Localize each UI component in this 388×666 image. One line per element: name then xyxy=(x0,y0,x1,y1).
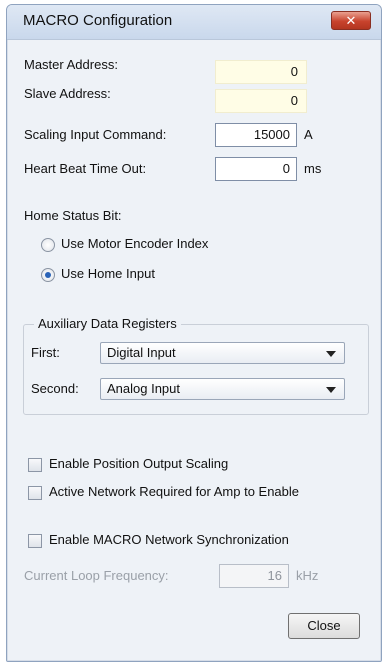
window-title: MACRO Configuration xyxy=(23,12,173,29)
auxiliary-data-registers-group xyxy=(23,324,369,415)
enable-macro-network-sync-label[interactable]: Enable MACRO Network Synchronization xyxy=(49,532,289,547)
close-x-icon: ✕ xyxy=(345,13,357,28)
current-loop-frequency-unit: kHz xyxy=(296,568,319,583)
macro-configuration-dialog: MACRO Configuration ✕ Master Address: 0 … xyxy=(6,4,382,662)
first-register-label: First: xyxy=(31,345,60,360)
heartbeat-timeout-label: Heart Beat Time Out: xyxy=(24,161,147,176)
active-network-required-label[interactable]: Active Network Required for Amp to Enabl… xyxy=(49,484,299,499)
current-loop-frequency-label: Current Loop Frequency: xyxy=(24,568,169,583)
heartbeat-timeout-unit: ms xyxy=(304,161,322,176)
chevron-down-icon xyxy=(326,351,336,357)
chevron-down-icon xyxy=(326,387,336,393)
auxiliary-data-registers-title: Auxiliary Data Registers xyxy=(34,316,181,331)
slave-address-label: Slave Address: xyxy=(24,86,111,101)
second-register-label: Second: xyxy=(31,381,79,396)
active-network-required-checkbox[interactable] xyxy=(28,486,42,500)
slave-address-field: 0 xyxy=(215,89,307,113)
title-bar: MACRO Configuration ✕ xyxy=(7,5,381,40)
scaling-input-command-field[interactable]: 15000 xyxy=(215,123,297,147)
first-register-value: Digital Input xyxy=(107,345,176,360)
radio-use-home-input-label[interactable]: Use Home Input xyxy=(61,266,155,281)
close-button[interactable]: Close xyxy=(288,613,360,639)
window-close-button[interactable]: ✕ xyxy=(331,11,371,30)
master-address-label: Master Address: xyxy=(24,57,118,72)
master-address-field: 0 xyxy=(215,60,307,84)
scaling-input-unit: A xyxy=(304,127,313,142)
radio-use-motor-encoder-index-label[interactable]: Use Motor Encoder Index xyxy=(61,236,208,251)
first-register-select[interactable]: Digital Input xyxy=(100,342,345,364)
radio-use-motor-encoder-index[interactable] xyxy=(41,238,55,252)
enable-position-output-scaling-label[interactable]: Enable Position Output Scaling xyxy=(49,456,228,471)
second-register-select[interactable]: Analog Input xyxy=(100,378,345,400)
current-loop-frequency-field: 16 xyxy=(219,564,289,588)
home-status-bit-label: Home Status Bit: xyxy=(24,208,122,223)
enable-position-output-scaling-checkbox[interactable] xyxy=(28,458,42,472)
radio-use-home-input[interactable] xyxy=(41,268,55,282)
enable-macro-network-sync-checkbox[interactable] xyxy=(28,534,42,548)
scaling-input-command-label: Scaling Input Command: xyxy=(24,127,167,142)
second-register-value: Analog Input xyxy=(107,381,181,396)
heartbeat-timeout-field[interactable]: 0 xyxy=(215,157,297,181)
